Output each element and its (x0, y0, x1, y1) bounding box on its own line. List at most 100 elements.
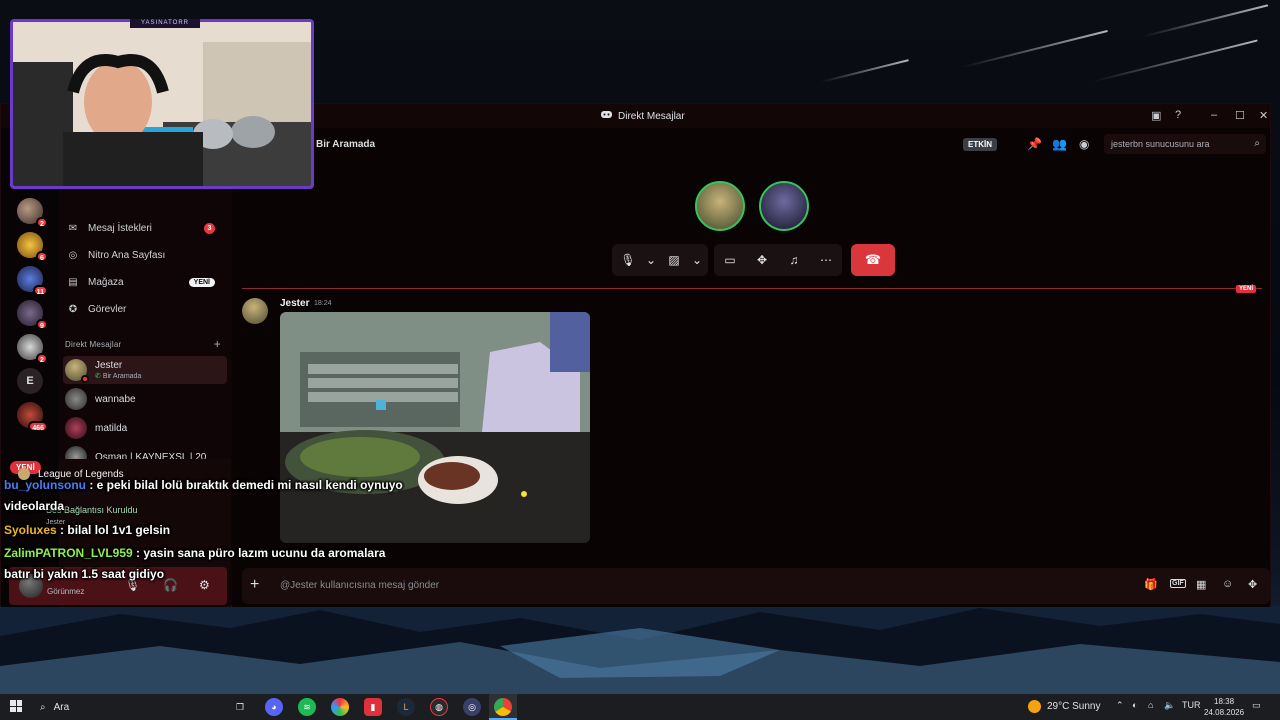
webcam-overlay (10, 19, 314, 189)
server-icon[interactable]: 2 (17, 198, 48, 228)
nav-badge: 3 (204, 222, 215, 234)
close-icon[interactable]: ✕ (1259, 109, 1268, 122)
spotify-app-icon[interactable]: ≋ (298, 698, 316, 716)
chat-text: : bilal lol 1v1 gelsin (56, 523, 171, 537)
league-client-icon[interactable]: L (397, 698, 415, 716)
participant-avatar[interactable] (759, 181, 809, 231)
system-clock[interactable]: 18:38 24.08.2026 (1204, 696, 1244, 718)
dm-item-matilda[interactable]: matilda (63, 414, 227, 442)
tray-app-icon[interactable]: ◐ (1132, 700, 1137, 710)
gif-button[interactable]: GIF (1170, 579, 1186, 588)
nav-nitro-home[interactable]: ◎ Nitro Ana Sayfası (65, 243, 225, 267)
screen-share-icon[interactable]: ▭ (714, 244, 746, 276)
soundboard-icon[interactable]: ♫ (778, 244, 810, 276)
emoji-icon[interactable]: ☺ (1222, 578, 1233, 590)
search-input[interactable]: jesterbn sunucusunu ara ⌕ (1104, 134, 1266, 154)
server-badge: 11 (32, 285, 48, 296)
mountain-wallpaper (0, 606, 1280, 694)
server-icon[interactable]: 6 (17, 232, 48, 262)
microphone-icon[interactable]: 🎙 (612, 244, 644, 276)
chevron-down-icon[interactable]: ⌄ (690, 244, 704, 276)
profile-icon[interactable]: ◉ (1079, 137, 1089, 151)
message-author[interactable]: Jester (280, 298, 309, 309)
new-tag: YENİ (188, 277, 215, 287)
network-icon[interactable]: ⌂ (1148, 700, 1153, 710)
store-icon: ▤ (68, 276, 78, 288)
nav-quests[interactable]: ✪ Görevler (65, 297, 225, 321)
minimize-icon[interactable]: – (1211, 109, 1217, 121)
dm-activity: ✆ Bir Aramada (95, 373, 142, 380)
call-header: Bir Aramada ETKİN 📌 👥 ◉ jesterbn sunucus… (232, 128, 1270, 162)
call-actions: ▭ ✥ ♫ ⋯ (714, 244, 842, 276)
chat-user: ZalimPATRON_LVL959 (4, 546, 133, 560)
participant-avatar[interactable] (695, 181, 745, 231)
active-badge[interactable]: ETKİN (963, 138, 997, 151)
app-icon-red[interactable]: ▮ (364, 698, 382, 716)
nav-store[interactable]: ▤ Mağaza YENİ (65, 270, 225, 294)
app-icon-record[interactable]: ◍ (430, 698, 448, 716)
add-friends-icon[interactable]: 👥 (1052, 137, 1067, 151)
create-dm-icon[interactable]: + (214, 337, 221, 351)
call-icon: ✆ (95, 373, 103, 380)
dm-name: wannabe (95, 393, 136, 405)
maximize-icon[interactable]: ☐ (1235, 109, 1245, 122)
nav-label: Görevler (88, 303, 127, 315)
nav-label: Nitro Ana Sayfası (88, 249, 166, 261)
call-status-label: Bir Aramada (316, 139, 376, 150)
dm-item-wannabe[interactable]: wannabe (63, 385, 227, 413)
dm-name: matilda (95, 422, 128, 434)
headphones-icon[interactable]: 🎧 (163, 578, 178, 592)
message-input[interactable]: @Jester kullanıcısına mesaj gönder (280, 580, 439, 591)
server-icon[interactable]: 11 (17, 266, 48, 296)
new-tag: YENİ (1236, 285, 1257, 293)
server-icon[interactable]: 466 (17, 402, 48, 432)
activities-icon[interactable]: ✥ (746, 244, 778, 276)
avatar[interactable] (242, 298, 268, 324)
chevron-up-icon[interactable]: ⌃ (1116, 700, 1124, 711)
colorful-app-icon[interactable] (331, 698, 349, 716)
more-icon[interactable]: ⋯ (810, 244, 842, 276)
server-icon[interactable]: 2 (17, 334, 48, 364)
language-indicator[interactable]: TUR (1182, 700, 1201, 710)
help-icon[interactable]: ? (1175, 109, 1181, 121)
star-streak (1141, 4, 1269, 38)
chat-message: ZalimPATRON_LVL959 : yasin sana püro laz… (4, 546, 385, 560)
chrome-app-icon[interactable] (494, 698, 512, 716)
phone-hangup-icon: ☎ (864, 252, 882, 267)
camera-off-icon[interactable]: ▨ (658, 244, 690, 276)
nav-label: Mesaj İstekleri (88, 222, 152, 234)
weather-widget[interactable]: 29°C Sunny (1028, 700, 1100, 713)
chevron-down-icon[interactable]: ⌄ (644, 244, 658, 276)
volume-icon[interactable]: 🔈 (1164, 700, 1175, 711)
dm-section-header: Direkt Mesajlar + (65, 337, 221, 351)
main-content: Bir Aramada ETKİN 📌 👥 ◉ jesterbn sunucus… (232, 128, 1270, 607)
notifications-icon[interactable]: ▭ (1252, 700, 1261, 711)
chat-message: bu_yolunsonu : e peki bilal lolü bıraktı… (4, 478, 403, 492)
apps-icon[interactable]: ✥ (1248, 578, 1257, 591)
sticker-icon[interactable]: ▦ (1196, 578, 1206, 591)
pin-icon[interactable]: 📌 (1027, 137, 1042, 151)
app-icon-blue[interactable]: ◎ (463, 698, 481, 716)
server-icon-letter[interactable]: E (17, 368, 43, 394)
server-badge: 2 (36, 217, 48, 228)
image-attachment[interactable] (280, 312, 590, 543)
nav-message-requests[interactable]: ✉ Mesaj İstekleri 3 (65, 216, 225, 240)
avatar (65, 417, 87, 439)
task-view-icon[interactable]: ❐ (231, 698, 249, 716)
windows-start-icon[interactable] (10, 700, 22, 712)
search-icon: ⌕ (1254, 138, 1260, 149)
attach-plus-icon[interactable]: + (250, 576, 259, 594)
chat-user: bu_yolunsonu (4, 478, 86, 492)
dm-item-jester[interactable]: Jester ✆ Bir Aramada (63, 356, 227, 384)
window-title: Direkt Mesajlar (618, 110, 685, 122)
inbox-icon[interactable]: ▣ (1151, 109, 1161, 122)
message-timestamp: 18:24 (314, 300, 332, 307)
hangup-button[interactable]: ☎ (851, 244, 895, 276)
server-badge: 9 (36, 319, 48, 330)
taskbar-search[interactable]: ⌕ Ara (34, 697, 224, 717)
gift-icon[interactable]: 🎁 (1144, 578, 1158, 591)
discord-app-icon[interactable]: ◕ (265, 698, 283, 716)
settings-icon[interactable]: ⚙ (199, 578, 210, 592)
server-icon[interactable]: 9 (17, 300, 48, 330)
discord-logo-icon (601, 110, 612, 122)
